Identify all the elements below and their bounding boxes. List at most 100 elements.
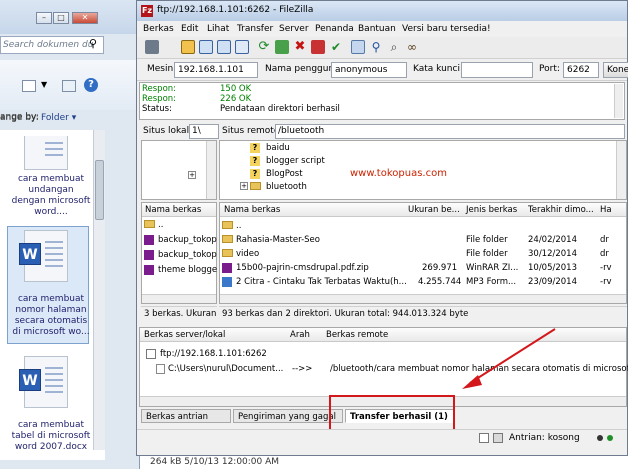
file-item-label[interactable]: cara membuat undangan dengan microsoft w… <box>10 174 92 218</box>
view-icon[interactable] <box>22 80 36 92</box>
arrange-label: ange by: <box>0 113 39 123</box>
reconnect-icon[interactable]: ✔ <box>329 40 343 54</box>
status-led-icon <box>597 435 603 441</box>
quickconnect-button[interactable]: Kone <box>603 62 628 78</box>
preview-pane-icon[interactable] <box>62 80 76 92</box>
explorer-toolbar: ▼ ? ange by: <box>0 60 140 122</box>
table-row[interactable]: Rahasia-Master-Seo File folder 24/02/2014 d… <box>222 234 626 247</box>
file-item-label[interactable]: cara membuat nomor halaman secara otomat… <box>10 294 92 338</box>
local-tree[interactable]: + <box>141 140 217 200</box>
folder-icon <box>250 182 261 190</box>
explorer-window: – □ ✕ Search dokumen du ⚲ ▼ ? ange by: a… <box>0 0 140 469</box>
watermark: www.tokopuas.com <box>350 168 447 179</box>
table-row[interactable]: .. <box>222 220 626 233</box>
explorer-scrollbar[interactable] <box>93 130 105 450</box>
cancel-icon[interactable]: ✖ <box>293 40 307 54</box>
file-item-label[interactable]: cara membuat tabel di microsoft word 200… <box>10 420 92 453</box>
menu-transfer[interactable]: Transfer <box>237 24 273 34</box>
remote-tree-scrollbar[interactable] <box>616 141 626 199</box>
host-input[interactable]: 192.168.1.101 <box>174 62 258 78</box>
message-log: Respon: 150 OK Respon: 226 OK Status: Pe… <box>139 82 625 120</box>
menu-lihat[interactable]: Lihat <box>207 24 229 34</box>
col-permissions[interactable]: Ha <box>600 205 612 215</box>
queue-status: Antrian: kosong <box>509 433 580 443</box>
toggle-remote-tree-icon[interactable] <box>217 40 231 54</box>
word-doc-icon[interactable]: W <box>19 230 68 282</box>
filezilla-logo-icon: Fz <box>141 5 153 17</box>
chevron-down-icon[interactable]: ▼ <box>41 80 47 89</box>
binoculars-icon[interactable]: ∞ <box>405 40 419 54</box>
file-icon <box>156 364 165 374</box>
toggle-queue-icon[interactable] <box>235 40 249 54</box>
col-name[interactable]: Nama berkas <box>224 205 280 215</box>
speed-limit-icon[interactable] <box>493 433 503 443</box>
search-icon[interactable]: ⚲ <box>369 40 383 54</box>
word-doc-icon[interactable]: W <box>19 356 68 408</box>
window-title: ftp://192.168.1.101:6262 - FileZilla <box>157 5 314 15</box>
explorer-titlebar: – □ ✕ <box>0 0 140 34</box>
process-queue-icon[interactable] <box>275 40 289 54</box>
close-button[interactable]: ✕ <box>72 12 98 24</box>
local-list-hscroll[interactable] <box>142 294 216 303</box>
col-server-local[interactable]: Berkas server/lokal <box>144 330 225 340</box>
log-label: Respon: <box>142 94 177 104</box>
table-row[interactable]: video File folder 30/12/2014 dr <box>222 248 626 261</box>
menu-berkas[interactable]: Berkas <box>143 24 174 34</box>
port-label: Port: <box>539 64 560 74</box>
site-manager-icon[interactable] <box>145 40 159 54</box>
toggle-log-icon[interactable] <box>181 40 195 54</box>
refresh-icon[interactable]: ⟳ <box>257 40 271 54</box>
remote-path-input[interactable]: /bluetooth <box>275 124 625 139</box>
tab-queued-files[interactable]: Berkas antrian <box>141 409 231 423</box>
expand-icon[interactable]: + <box>188 171 196 179</box>
scroll-thumb[interactable] <box>95 160 104 220</box>
local-status: 3 berkas. Ukuran t <box>141 306 217 320</box>
remote-file-list: Nama berkas Ukuran be... Jenis berkas Te… <box>219 202 627 304</box>
archive-icon <box>144 250 154 260</box>
username-input[interactable]: anonymous <box>331 62 407 78</box>
compare-icon[interactable]: ⌕ <box>387 40 401 54</box>
log-scrollbar[interactable] <box>614 84 623 118</box>
toggle-local-tree-icon[interactable] <box>199 40 213 54</box>
col-type[interactable]: Jenis berkas <box>466 205 517 215</box>
file-list: cara membuat undangan dengan microsoft w… <box>0 130 105 460</box>
local-tree-scrollbar[interactable] <box>206 141 216 199</box>
remote-list-hscroll[interactable] <box>220 294 626 303</box>
search-icon[interactable]: ⚲ <box>89 37 97 50</box>
table-row[interactable]: 2 Citra - Cintaku Tak Terbatas Waktu(h..… <box>222 276 626 289</box>
unknown-folder-icon: ? <box>250 156 260 166</box>
help-icon[interactable]: ? <box>84 78 98 92</box>
menu-bantuan[interactable]: Bantuan <box>358 24 396 34</box>
menu-server[interactable]: Server <box>279 24 309 34</box>
menu-update-available[interactable]: Versi baru tersedia! <box>402 24 491 34</box>
word-doc-icon[interactable] <box>24 136 68 170</box>
unknown-folder-icon: ? <box>250 143 260 153</box>
col-name[interactable]: Nama berkas <box>145 205 201 215</box>
directory-listing-filters-icon[interactable] <box>351 40 365 54</box>
port-input[interactable]: 6262 <box>563 62 599 78</box>
minimize-button[interactable]: – <box>36 12 52 24</box>
local-path-input[interactable]: 1\ <box>189 124 219 139</box>
col-modified[interactable]: Terakhir dimo... <box>528 205 594 215</box>
toolbar: ⟳ ✖ ✔ ⚲ ⌕ ∞ <box>137 37 627 59</box>
disconnect-icon[interactable] <box>311 40 325 54</box>
status-bar: Antrian: kosong <box>137 429 627 445</box>
archive-icon <box>222 263 232 273</box>
quickconnect-bar: Mesin: 192.168.1.101 Nama pengguna: anon… <box>137 59 628 81</box>
maximize-button[interactable]: □ <box>53 12 69 24</box>
local-file-list: Nama berkas .. backup_tokop backup_tokop… <box>141 202 217 304</box>
archive-icon <box>144 235 154 245</box>
menu-edit[interactable]: Edit <box>181 24 198 34</box>
table-row[interactable]: 15b00-pajrin-cmsdrupal.pdf.zip 269.971 Win… <box>222 262 626 275</box>
password-input[interactable] <box>461 62 533 78</box>
col-remote-file[interactable]: Berkas remote <box>326 330 388 340</box>
col-size[interactable]: Ukuran be... <box>408 205 460 215</box>
tab-failed-transfers[interactable]: Pengiriman yang gagal <box>233 409 343 423</box>
col-direction[interactable]: Arah <box>290 330 310 340</box>
expand-icon[interactable]: + <box>240 182 248 190</box>
remote-site-label: Situs remote: <box>222 126 283 136</box>
menu-penanda[interactable]: Penanda <box>315 24 354 34</box>
background-file-details: 264 kB 5/10/13 12:00:00 AM <box>140 456 628 469</box>
arrange-dropdown[interactable]: Folder ▾ <box>41 113 76 123</box>
log-label: Status: <box>142 104 172 114</box>
